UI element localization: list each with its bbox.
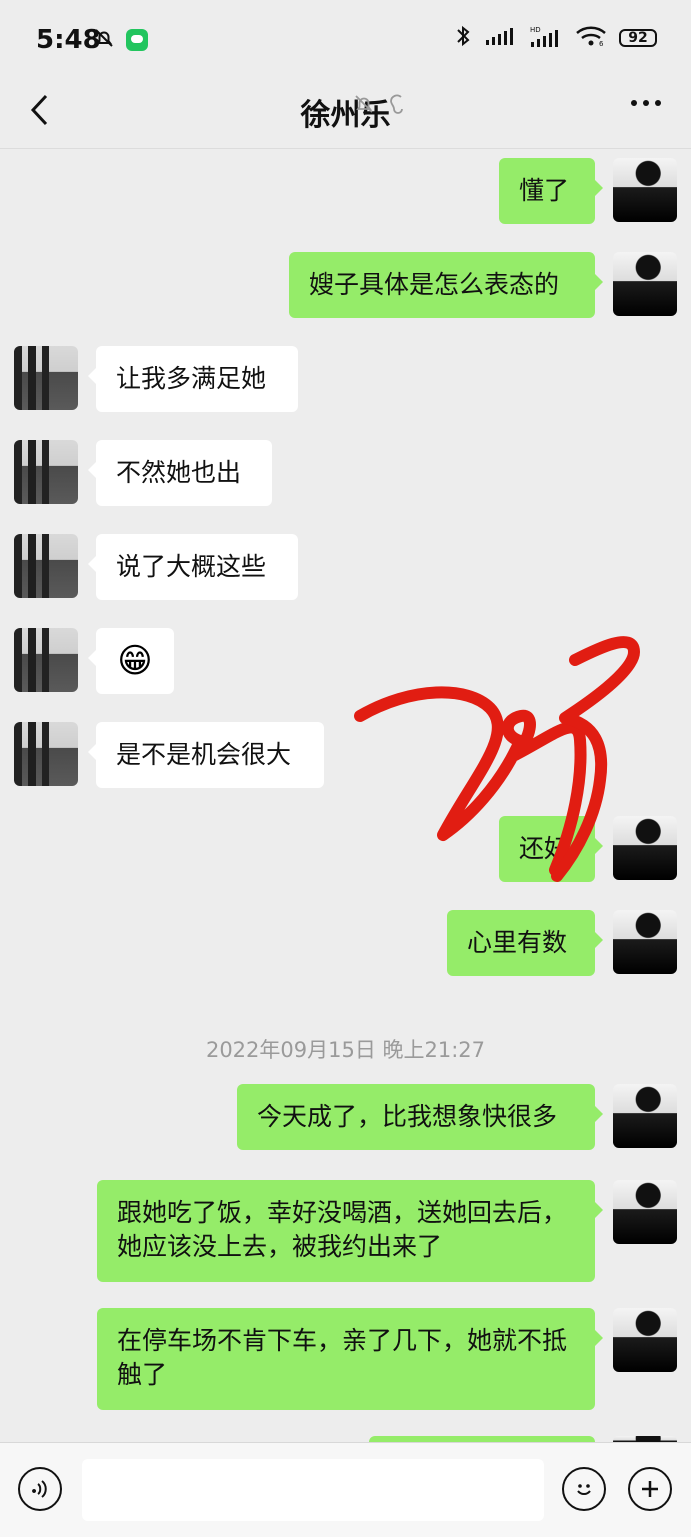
avatar[interactable] <box>14 628 78 692</box>
status-right-icons: HD 6 92 <box>455 24 657 52</box>
message-bubble[interactable]: 今天成了，比我想象快很多 <box>237 1084 603 1150</box>
input-bar <box>0 1442 691 1537</box>
svg-text:HD: HD <box>530 26 541 34</box>
mute-icon <box>352 92 376 120</box>
status-left-icons <box>92 26 148 54</box>
message-bubble[interactable]: 让我多满足她 <box>88 346 298 412</box>
avatar[interactable] <box>613 1308 677 1372</box>
signal-icon <box>485 26 517 50</box>
timestamp: 2022年09月15日 晚上21:27 <box>205 1038 486 1062</box>
battery-icon: 92 <box>619 29 657 47</box>
message-row: 不然她也出 <box>0 440 691 510</box>
title-bar: 徐州乐 <box>0 80 691 150</box>
bluetooth-icon <box>455 24 473 52</box>
wifi-icon: 6 <box>575 25 607 51</box>
avatar[interactable] <box>14 722 78 786</box>
avatar[interactable] <box>613 1180 677 1244</box>
grin-emoji: 😁 <box>117 641 153 681</box>
message-row: 跟她吃了饭，幸好没喝酒，送她回去后，她应该没上去，被我约出来了 <box>0 1180 691 1286</box>
voice-button[interactable] <box>18 1467 62 1511</box>
message-bubble[interactable]: 在停车场不肯下车，亲了几下，她就不抵触了 <box>97 1308 603 1410</box>
avatar[interactable] <box>613 1084 677 1148</box>
svg-text:6: 6 <box>599 40 604 47</box>
message-row: 是不是机会很大 <box>0 722 691 792</box>
message-row: 嫂子具体是怎么表态的 <box>0 252 691 322</box>
header-divider <box>0 148 691 149</box>
bell-off-icon <box>92 26 116 54</box>
avatar[interactable] <box>613 158 677 222</box>
message-row: 还好 <box>0 816 691 886</box>
hd-signal-icon: HD <box>529 24 563 52</box>
title-icons <box>352 92 408 120</box>
message-bubble[interactable]: 懂了 <box>499 158 603 224</box>
more-actions-button[interactable] <box>628 1467 672 1511</box>
message-bubble[interactable]: 说了大概这些 <box>88 534 298 600</box>
message-bubble[interactable]: 嫂子具体是怎么表态的 <box>289 252 603 318</box>
message-bubble[interactable]: 跟她吃了饭，幸好没喝酒，送她回去后，她应该没上去，被我约出来了 <box>97 1180 603 1282</box>
status-time: 5:48 <box>36 25 101 55</box>
message-bubble[interactable]: 心里有数 <box>447 910 603 976</box>
avatar[interactable] <box>613 910 677 974</box>
message-row: 😁 <box>0 628 691 698</box>
message-row: 心里有数 <box>0 910 691 980</box>
message-bubble[interactable]: 还好 <box>499 816 603 882</box>
avatar[interactable] <box>14 346 78 410</box>
emoji-icon <box>577 1484 591 1495</box>
message-row: 让我多满足她 <box>0 346 691 416</box>
chat-title: 徐州乐 <box>300 98 391 133</box>
more-icon <box>631 100 637 106</box>
message-row: 懂了 <box>0 158 691 228</box>
status-bar: 5:48 HD 6 92 <box>0 0 691 80</box>
avatar[interactable] <box>14 534 78 598</box>
avatar[interactable] <box>14 440 78 504</box>
emoji-button[interactable] <box>562 1467 606 1511</box>
avatar[interactable] <box>613 252 677 316</box>
emoji-bubble[interactable]: 😁 <box>88 628 174 694</box>
earpiece-icon <box>386 92 408 120</box>
more-button[interactable] <box>631 100 661 106</box>
message-bubble[interactable]: 不然她也出 <box>88 440 272 506</box>
app-icon <box>126 29 148 51</box>
message-row: 今天成了，比我想象快很多 <box>0 1084 691 1154</box>
message-input[interactable] <box>82 1459 544 1521</box>
avatar[interactable] <box>613 816 677 880</box>
message-row: 在停车场不肯下车，亲了几下，她就不抵触了 <box>0 1308 691 1414</box>
message-bubble[interactable]: 是不是机会很大 <box>88 722 324 788</box>
voice-icon <box>32 1480 47 1498</box>
chat-area[interactable]: 懂了 嫂子具体是怎么表态的 让我多满足她 不然她也出 说了大概这些 😁 是不是机… <box>0 150 691 1442</box>
message-row: 说了大概这些 <box>0 534 691 604</box>
plus-icon <box>642 1481 658 1497</box>
